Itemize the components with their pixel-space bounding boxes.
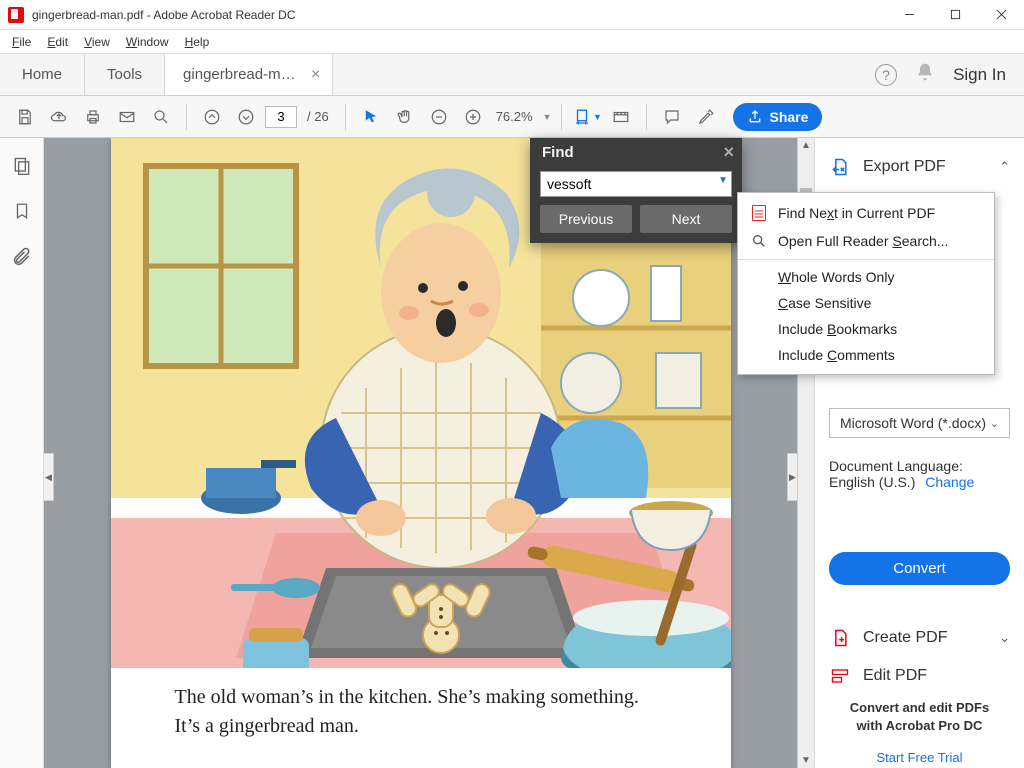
app-icon [8, 7, 24, 23]
tab-home[interactable]: Home [0, 54, 85, 95]
zoom-dropdown-icon[interactable]: ▼ [543, 112, 552, 122]
save-icon[interactable] [10, 102, 40, 132]
left-nav-rail [0, 138, 44, 768]
export-format-label: Microsoft Word (*.docx) [840, 415, 986, 431]
scroll-up-icon[interactable]: ▲ [798, 140, 814, 151]
collapse-left-icon[interactable]: ◀ [44, 453, 54, 501]
chevron-down-icon: ⌄ [990, 417, 999, 430]
maximize-button[interactable] [932, 0, 978, 30]
page-body-text: The old woman’s in the kitchen. She’s ma… [111, 671, 731, 768]
cloud-upload-icon[interactable] [44, 102, 74, 132]
menu-edit[interactable]: Edit [39, 33, 76, 51]
find-options-dropdown-icon[interactable]: ▼ [718, 175, 728, 186]
menu-open-full-reader-search[interactable]: Open Full Reader Search... [738, 227, 994, 255]
share-button[interactable]: Share [733, 103, 822, 131]
chevron-up-icon: ⌃ [999, 159, 1010, 175]
attachment-icon[interactable] [12, 246, 32, 269]
promo-text: Convert and edit PDFs with Acrobat Pro D… [829, 699, 1010, 734]
select-tool-icon[interactable] [356, 102, 386, 132]
title-bar: gingerbread-man.pdf - Adobe Acrobat Read… [0, 0, 1024, 30]
highlight-icon[interactable] [691, 102, 721, 132]
collapse-right-icon[interactable]: ▶ [787, 453, 797, 501]
help-icon[interactable]: ? [875, 64, 897, 86]
menu-help[interactable]: Help [177, 33, 218, 51]
page-up-icon[interactable] [197, 102, 227, 132]
export-format-select[interactable]: Microsoft Word (*.docx) ⌄ [829, 408, 1010, 438]
export-pdf-label: Export PDF [863, 158, 946, 176]
email-icon[interactable] [112, 102, 142, 132]
menu-view[interactable]: View [76, 33, 118, 51]
page-down-icon[interactable] [231, 102, 261, 132]
edit-pdf-row[interactable]: Edit PDF [829, 667, 1010, 685]
zoom-level-label[interactable]: 76.2% [492, 109, 537, 124]
tab-document[interactable]: gingerbread-man.p... × [165, 54, 333, 95]
read-mode-icon[interactable] [606, 102, 636, 132]
bookmark-icon[interactable] [13, 201, 31, 224]
create-pdf-icon [829, 627, 851, 649]
export-pdf-icon [829, 156, 851, 178]
comment-icon[interactable] [657, 102, 687, 132]
menu-file[interactable]: File [4, 33, 39, 51]
search-icon[interactable] [146, 102, 176, 132]
find-dialog: Find × ▼ Previous Next [530, 138, 742, 243]
document-language: Document Language: English (U.S.) Change [829, 458, 1010, 490]
tab-tools[interactable]: Tools [85, 54, 165, 95]
close-button[interactable] [978, 0, 1024, 30]
start-trial-link[interactable]: Start Free Trial [829, 750, 1010, 765]
share-label: Share [769, 109, 808, 125]
fit-width-icon[interactable]: ▼ [572, 102, 602, 132]
menu-bar: File Edit View Window Help [0, 30, 1024, 54]
page-number-input[interactable] [265, 106, 297, 128]
tab-bar: Home Tools gingerbread-man.p... × ? Sign… [0, 54, 1024, 96]
magnifier-icon [750, 232, 768, 250]
find-close-icon[interactable]: × [723, 142, 734, 163]
pdf-file-icon [752, 205, 766, 221]
export-pdf-row[interactable]: Export PDF ⌃ [829, 156, 1010, 178]
find-title-label: Find [542, 144, 574, 161]
window-title: gingerbread-man.pdf - Adobe Acrobat Read… [32, 8, 886, 22]
change-language-link[interactable]: Change [925, 474, 974, 490]
create-pdf-label: Create PDF [863, 629, 947, 647]
menu-whole-words-only[interactable]: Whole Words Only [738, 264, 994, 290]
menu-case-sensitive[interactable]: Case Sensitive [738, 290, 994, 316]
zoom-out-icon[interactable] [424, 102, 454, 132]
find-next-button[interactable]: Next [640, 205, 732, 233]
page-total-label: / 26 [307, 109, 329, 124]
main-toolbar: / 26 76.2% ▼ ▼ Share [0, 96, 1024, 138]
menu-include-bookmarks[interactable]: Include Bookmarks [738, 316, 994, 342]
print-icon[interactable] [78, 102, 108, 132]
edit-pdf-icon [829, 667, 851, 685]
find-options-menu: Find Next in Current PDF Open Full Reade… [737, 192, 995, 375]
tab-close-icon[interactable]: × [311, 67, 320, 83]
create-pdf-row[interactable]: Create PDF ⌄ [829, 627, 1010, 649]
convert-button[interactable]: Convert [829, 552, 1010, 585]
menu-include-comments[interactable]: Include Comments [738, 342, 994, 368]
menu-window[interactable]: Window [118, 33, 177, 51]
find-input[interactable] [540, 171, 732, 197]
chevron-down-icon: ⌄ [999, 630, 1010, 646]
find-previous-button[interactable]: Previous [540, 205, 632, 233]
menu-find-next-in-pdf[interactable]: Find Next in Current PDF [738, 199, 994, 227]
tab-document-label: gingerbread-man.p... [183, 66, 303, 83]
notifications-icon[interactable] [915, 62, 935, 88]
sign-in-link[interactable]: Sign In [953, 65, 1006, 85]
thumbnails-icon[interactable] [12, 156, 32, 179]
hand-tool-icon[interactable] [390, 102, 420, 132]
minimize-button[interactable] [886, 0, 932, 30]
zoom-in-icon[interactable] [458, 102, 488, 132]
edit-pdf-label: Edit PDF [863, 667, 927, 685]
scroll-down-icon[interactable]: ▼ [798, 755, 814, 766]
